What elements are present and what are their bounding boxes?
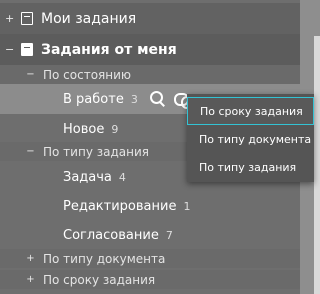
folder-icon [21,12,33,25]
collapse-toggle[interactable]: − [5,43,14,56]
menu-item-by-due-date[interactable]: По сроку задания [187,97,314,125]
content-pane-edge [314,36,320,294]
group-label: По состоянию [43,67,132,82]
grouping-dropdown-menu: По сроку задания По типу документа По ти… [187,94,314,182]
item-count: 1 [183,199,191,213]
expand-toggle[interactable]: + [26,253,35,264]
group-by-due-date[interactable]: + По сроку задания [0,270,300,289]
tree-item-editing[interactable]: Редактирование 1 [0,191,300,221]
item-count: 3 [130,92,138,106]
menu-item-by-task-type[interactable]: По типу задания [187,153,314,181]
folder-icon [21,43,33,56]
tree-item-label: Новое [63,121,105,137]
tree-item-label: В работе [63,91,124,107]
item-count: 9 [111,122,119,136]
tree-node-from-me[interactable]: − Задания от меня [0,34,300,65]
item-count: 4 [118,170,126,184]
group-by-document-type[interactable]: + По типу документа [0,249,300,268]
group-label: По сроку задания [43,272,156,287]
tree-node-label: Мои задания [41,10,137,27]
menu-item-by-document-type[interactable]: По типу документа [187,125,314,153]
item-count: 7 [165,228,173,242]
search-icon[interactable] [149,91,166,107]
tree-node-label: Задания от меня [41,41,177,58]
expand-toggle[interactable]: + [5,12,14,25]
group-label: По типу задания [43,144,149,159]
collapse-toggle[interactable]: − [26,146,35,157]
tree-item-approval[interactable]: Согласование 7 [0,220,300,250]
group-label: По типу документа [43,251,166,266]
tree-item-label: Задача [63,169,112,185]
collapse-toggle[interactable]: − [26,69,35,80]
tree-item-label: Редактирование [63,198,177,214]
tree-node-my-tasks[interactable]: + Мои задания [0,3,300,34]
tree-item-label: Согласование [63,227,159,243]
group-by-state[interactable]: − По состоянию [0,65,300,84]
expand-toggle[interactable]: + [26,274,35,285]
